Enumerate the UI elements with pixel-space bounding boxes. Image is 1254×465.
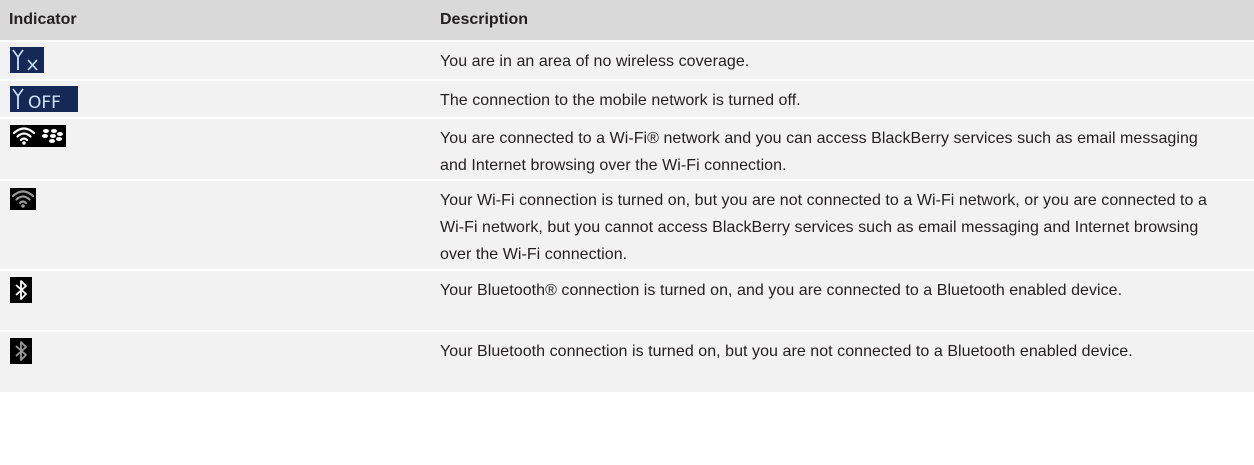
- description-cell: Your Bluetooth® connection is turned on,…: [440, 282, 1123, 299]
- indicator-cell: [0, 119, 440, 179]
- indicator-cell: [0, 42, 440, 79]
- table-header: Indicator Description: [0, 0, 1254, 40]
- description-cell: The connection to the mobile network is …: [440, 92, 801, 109]
- table-row: OFF The connection to the mobile network…: [0, 79, 1254, 117]
- header-indicator: Indicator: [9, 11, 77, 28]
- indicator-cell: [0, 271, 440, 330]
- bluetooth-on-not-connected-icon: [10, 338, 32, 364]
- no-coverage-antenna-x-icon: [10, 47, 44, 73]
- table-row: Your Bluetooth® connection is turned on,…: [0, 269, 1254, 330]
- antenna-off-icon: OFF: [10, 86, 78, 112]
- description-cell: Your Wi-Fi connection is turned on, but …: [440, 192, 1207, 263]
- table-row: You are in an area of no wireless covera…: [0, 40, 1254, 79]
- table-row: You are connected to a Wi-Fi® network an…: [0, 117, 1254, 179]
- description-cell: Your Bluetooth connection is turned on, …: [440, 343, 1133, 360]
- header-description: Description: [440, 11, 529, 28]
- indicator-table: Indicator Description You are in an area…: [0, 0, 1254, 392]
- wifi-on-no-services-icon: [10, 188, 36, 210]
- table-row: Your Wi-Fi connection is turned on, but …: [0, 179, 1254, 269]
- indicator-cell: OFF: [0, 81, 440, 117]
- svg-text:OFF: OFF: [28, 93, 61, 112]
- wifi-blackberry-connected-icon: [10, 125, 66, 147]
- description-cell: You are connected to a Wi-Fi® network an…: [440, 130, 1198, 174]
- indicator-cell: [0, 181, 440, 269]
- table-row: Your Bluetooth connection is turned on, …: [0, 330, 1254, 392]
- bluetooth-connected-icon: [10, 277, 32, 303]
- indicator-cell: [0, 332, 440, 392]
- description-cell: You are in an area of no wireless covera…: [440, 53, 750, 70]
